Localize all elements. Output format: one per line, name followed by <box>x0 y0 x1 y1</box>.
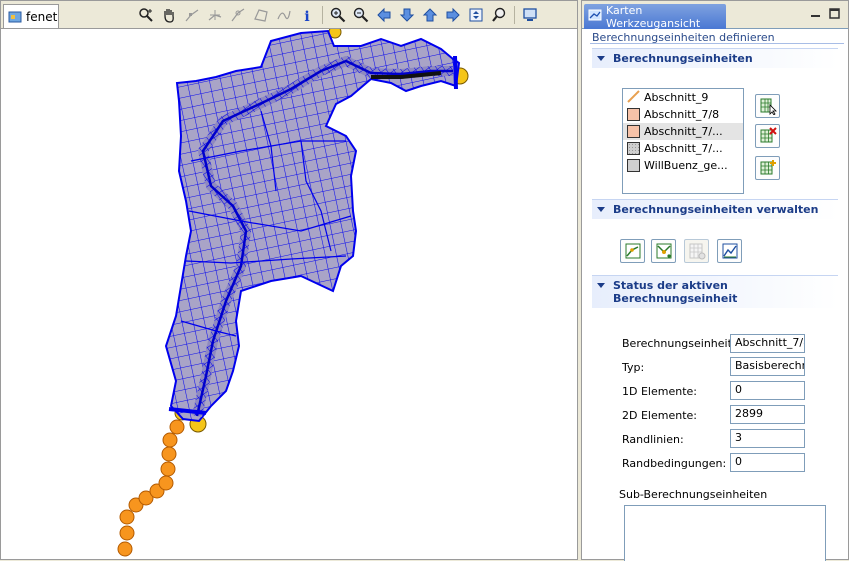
section-units-header[interactable]: Berechnungseinheiten <box>592 48 838 68</box>
sub-units-label: Sub-Berechnungseinheiten <box>619 488 768 501</box>
info-icon[interactable]: i <box>296 5 318 25</box>
boundary-conditions-label: Randbedingungen: <box>622 457 727 470</box>
list-item-label: Abschnitt_9 <box>644 91 709 104</box>
boundary-conditions-field[interactable]: 0 <box>730 453 805 472</box>
collapse-triangle-icon <box>597 56 605 61</box>
fill-swatch-icon <box>627 159 640 172</box>
elements-1d-field[interactable]: 0 <box>730 381 805 400</box>
map-tool-icon <box>588 8 602 25</box>
elements-1d-label: 1D Elemente: <box>622 385 697 398</box>
tool-view-panel: Karten Werkzeugansicht Berechnungseinhei… <box>581 0 849 561</box>
grid-cursor-icon <box>760 98 777 115</box>
full-extent-icon[interactable] <box>465 5 487 25</box>
pan-icon[interactable] <box>158 5 180 25</box>
boundary-line <box>453 55 458 90</box>
unit-field[interactable]: Abschnitt_7/8 <box>730 334 805 353</box>
list-item-label: Abschnitt_7/... <box>644 125 723 138</box>
map-layer-icon <box>8 10 22 24</box>
tool-view-tab[interactable]: Karten Werkzeugansicht <box>584 3 726 30</box>
zoom-out-icon[interactable] <box>350 5 372 25</box>
map-view-tab[interactable]: fenet <box>3 4 59 28</box>
list-item[interactable]: Abschnitt_7/... <box>623 140 743 157</box>
unit-label: Berechnungseinheit: <box>622 337 736 350</box>
chart-view-button[interactable] <box>717 239 742 263</box>
map-view-tab-label: fenet <box>26 9 58 24</box>
maximize-icon[interactable] <box>829 8 840 19</box>
grid-add-icon <box>760 160 776 175</box>
form-title-divider <box>590 43 844 44</box>
select-unit-button[interactable] <box>755 94 780 118</box>
collapse-triangle-icon <box>597 283 605 288</box>
minimize-icon[interactable] <box>810 8 821 19</box>
monitor-icon[interactable] <box>519 5 541 25</box>
add-zoom-icon[interactable] <box>135 5 157 25</box>
section-status-title-line2: Berechnungseinheit <box>613 292 738 305</box>
node-chain <box>117 419 185 557</box>
zoom-search-icon[interactable] <box>488 5 510 25</box>
map-toolbar: i <box>135 5 541 25</box>
grid-settings-icon <box>689 243 705 260</box>
elements-2d-label: 2D Elemente: <box>622 409 697 422</box>
tool-view-tab-label: Karten Werkzeugansicht <box>606 3 701 30</box>
chart-icon <box>722 243 737 259</box>
list-item-selected[interactable]: Abschnitt_7/... <box>623 123 743 140</box>
svg-text:i: i <box>304 9 309 23</box>
edit-boundary-button[interactable] <box>651 239 676 263</box>
add-unit-button[interactable] <box>755 156 780 180</box>
edit-geometry-button[interactable] <box>620 239 645 263</box>
fill-swatch-icon <box>627 142 640 155</box>
collapse-triangle-icon <box>597 207 605 212</box>
line-style-icon <box>627 89 640 106</box>
remove-unit-button[interactable] <box>755 124 780 148</box>
map-view-tabbar: fenet i <box>1 1 577 29</box>
grid-remove-icon <box>760 127 777 143</box>
section-status-header[interactable]: Status der aktiven Berechnungseinheit <box>592 275 838 308</box>
toolbar-separator <box>322 6 323 24</box>
toolbar-separator <box>514 6 515 24</box>
move-node-icon[interactable] <box>204 5 226 25</box>
split-line-icon[interactable] <box>227 5 249 25</box>
list-item-label: Abschnitt_7/8 <box>644 108 720 121</box>
zoom-in-icon[interactable] <box>327 5 349 25</box>
section-status-title-line1: Status der aktiven <box>613 279 728 292</box>
arrow-right-icon[interactable] <box>442 5 464 25</box>
type-field[interactable]: Basisberechnungseinheit <box>730 357 805 376</box>
edit-node-icon[interactable] <box>181 5 203 25</box>
section-manage-title: Berechnungseinheiten verwalten <box>613 203 819 216</box>
arrow-left-icon[interactable] <box>373 5 395 25</box>
smooth-line-icon[interactable] <box>273 5 295 25</box>
list-item[interactable]: WillBuenz_ge... <box>623 157 743 174</box>
boundary-edit-icon <box>656 243 671 259</box>
boundary-lines-label: Randlinien: <box>622 433 684 446</box>
arrow-down-icon[interactable] <box>396 5 418 25</box>
section-units-title: Berechnungseinheiten <box>613 52 753 65</box>
units-list[interactable]: Abschnitt_9 Abschnitt_7/8 Abschnitt_7/..… <box>622 88 744 194</box>
fill-swatch-icon <box>627 108 640 121</box>
tool-view-tabbar: Karten Werkzeugansicht <box>582 1 848 30</box>
list-item-label: WillBuenz_ge... <box>644 159 728 172</box>
list-item[interactable]: Abschnitt_9 <box>623 89 743 106</box>
list-item-label: Abschnitt_7/... <box>644 142 723 155</box>
type-label: Typ: <box>622 361 645 374</box>
elements-2d-field[interactable]: 2899 <box>730 405 805 424</box>
fill-swatch-icon <box>627 125 640 138</box>
map-canvas[interactable] <box>1 29 577 559</box>
sub-units-list[interactable] <box>624 505 826 561</box>
boundary-lines-field[interactable]: 3 <box>730 429 805 448</box>
list-item[interactable]: Abschnitt_7/8 <box>623 106 743 123</box>
grid-settings-button[interactable] <box>684 239 709 263</box>
draw-polygon-icon[interactable] <box>250 5 272 25</box>
map-view-panel: fenet i <box>0 0 578 560</box>
polyline-edit-icon <box>625 243 640 259</box>
arrow-up-icon[interactable] <box>419 5 441 25</box>
section-manage-header[interactable]: Berechnungseinheiten verwalten <box>592 199 838 219</box>
